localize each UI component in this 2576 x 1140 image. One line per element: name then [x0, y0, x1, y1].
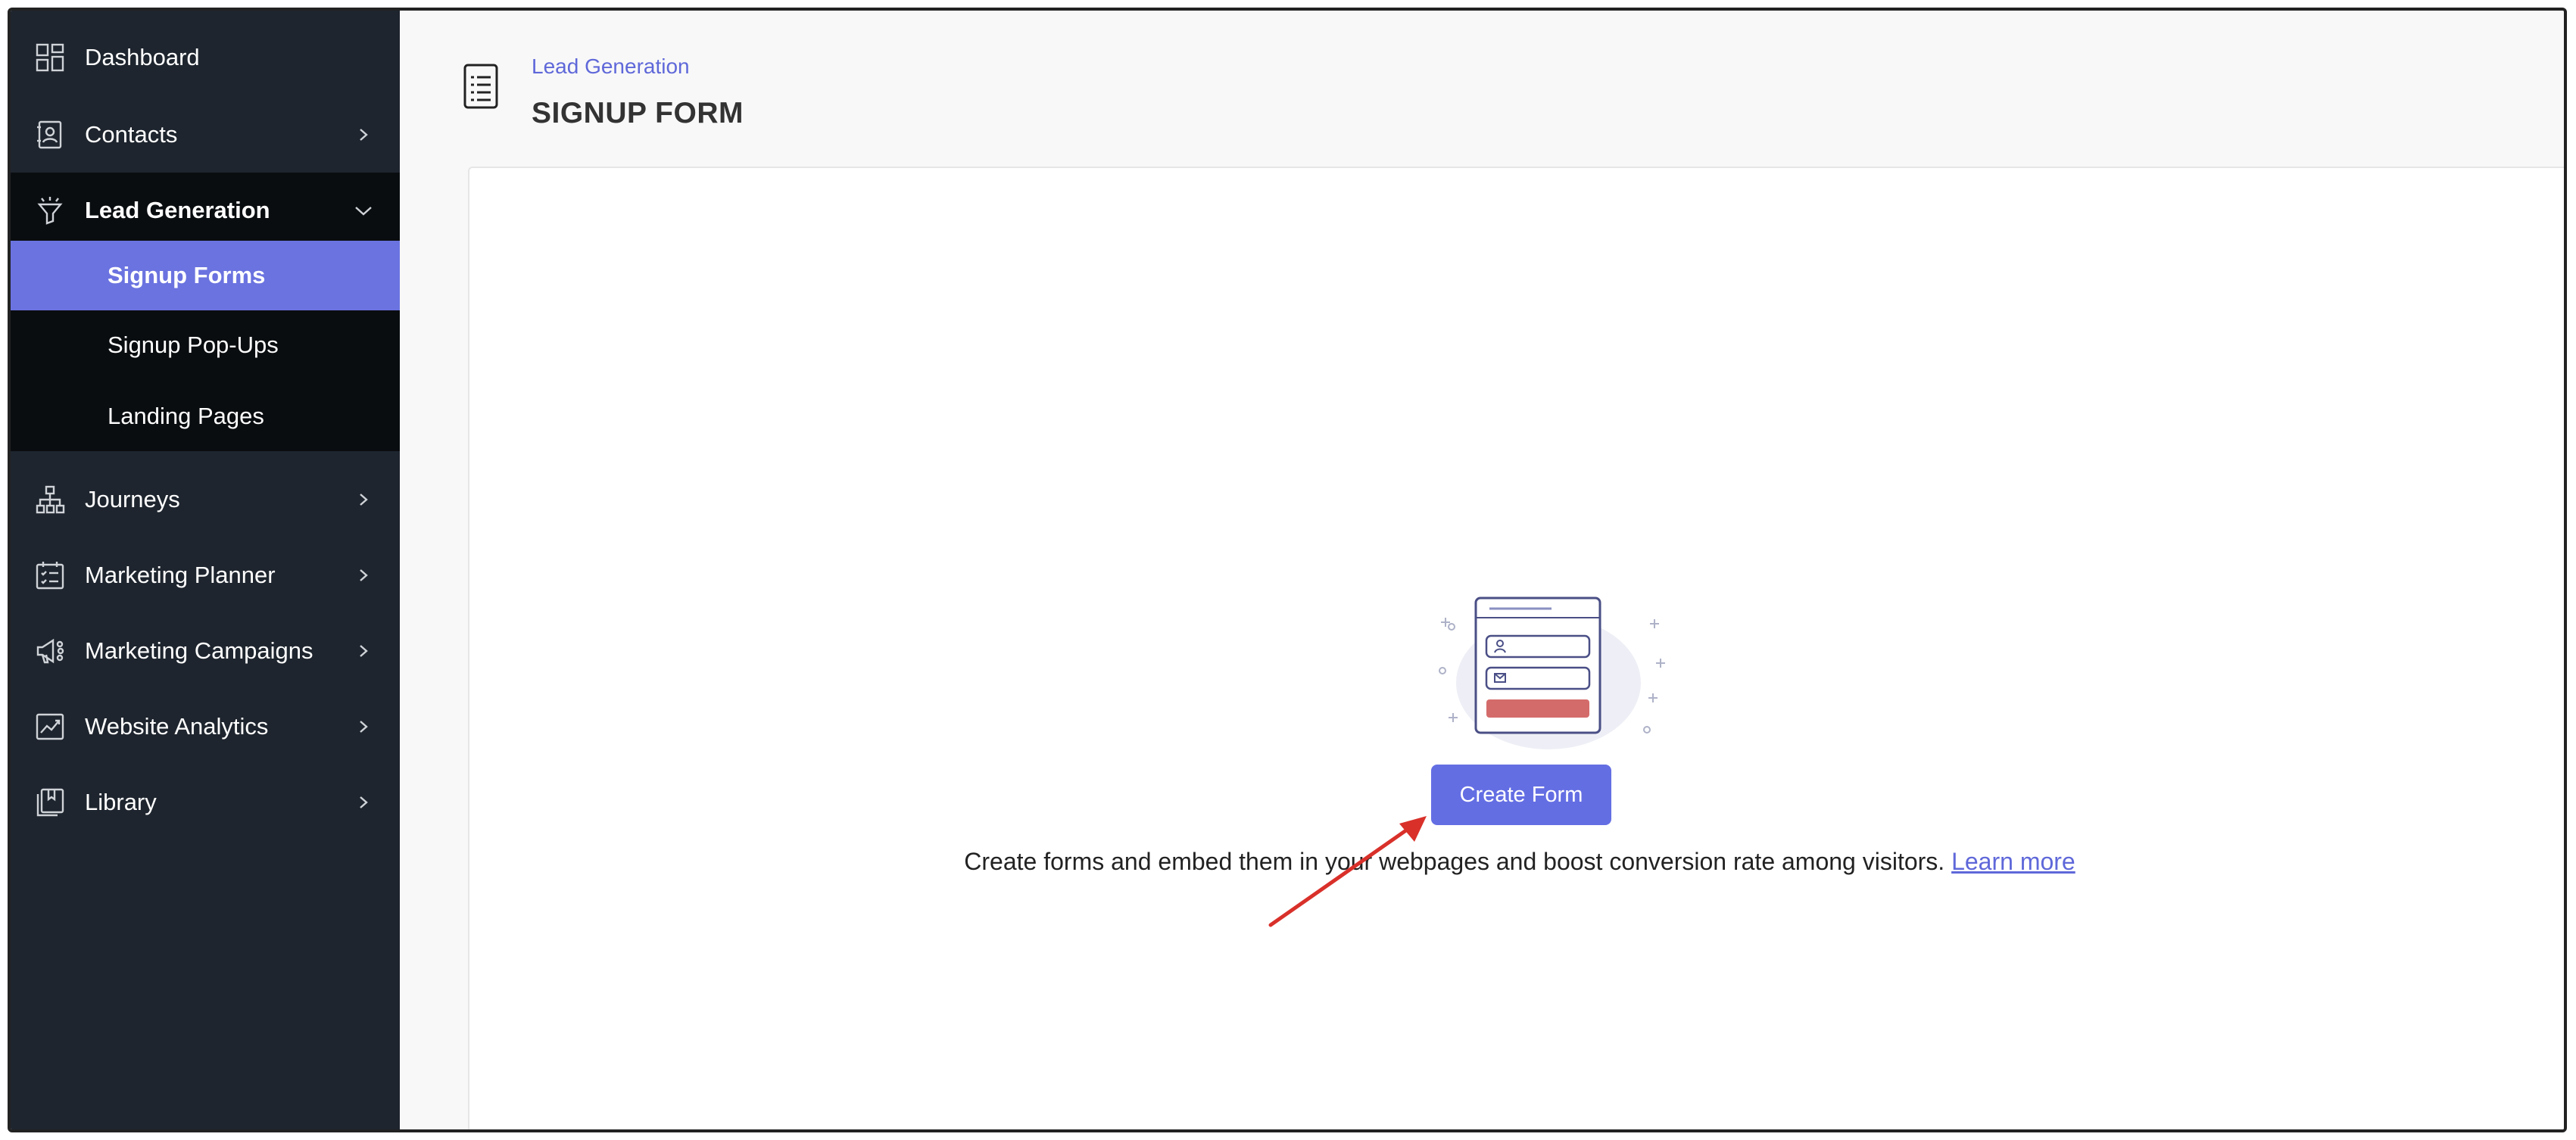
sidebar-subitem-signup-pop-ups[interactable]: Signup Pop-Ups	[11, 310, 400, 380]
megaphone-icon	[33, 634, 67, 668]
lead-generation-submenu: Signup Forms Signup Pop-Ups Landing Page…	[11, 241, 400, 451]
sidebar-item-label: Library	[85, 789, 157, 815]
sidebar: Dashboard Contacts Lead Generation Signu…	[11, 11, 400, 1129]
analytics-icon	[33, 710, 67, 743]
sidebar-subitem-label: Signup Forms	[108, 262, 266, 288]
sidebar-item-label: Marketing Campaigns	[85, 637, 313, 664]
contacts-icon	[33, 118, 67, 151]
chevron-right-icon	[353, 565, 374, 586]
annotation-arrow-icon	[1268, 816, 1427, 927]
chevron-right-icon	[353, 792, 374, 813]
sidebar-item-label: Lead Generation	[85, 197, 270, 223]
breadcrumb-lead-generation[interactable]: Lead Generation	[532, 55, 690, 79]
empty-state-description: Create forms and embed them in your webp…	[469, 848, 2564, 876]
sidebar-item-library[interactable]: Library	[11, 765, 400, 840]
sidebar-subitem-landing-pages[interactable]: Landing Pages	[11, 382, 400, 451]
main-content: Lead Generation SIGNUP FORM Create forms…	[400, 11, 2564, 1129]
page-title: SIGNUP FORM	[532, 97, 744, 129]
journeys-icon	[33, 483, 67, 516]
signup-form-illustration	[1439, 596, 1665, 749]
chevron-down-icon	[353, 200, 374, 221]
sidebar-item-label: Contacts	[85, 121, 178, 148]
chevron-right-icon	[353, 640, 374, 662]
sidebar-item-label: Journeys	[85, 486, 180, 512]
description-text: Create forms and embed them in your webp…	[964, 848, 1945, 875]
sidebar-item-label: Dashboard	[85, 44, 200, 70]
sidebar-item-lead-generation[interactable]: Lead Generation	[11, 173, 400, 248]
create-form-button[interactable]: Create Form	[1431, 765, 1611, 825]
chevron-right-icon	[353, 124, 374, 145]
sidebar-item-dashboard[interactable]: Dashboard	[11, 20, 400, 95]
chevron-right-icon	[353, 489, 374, 510]
learn-more-link[interactable]: Learn more	[1951, 848, 2075, 875]
sidebar-item-marketing-campaigns[interactable]: Marketing Campaigns	[11, 613, 400, 689]
sidebar-item-marketing-planner[interactable]: Marketing Planner	[11, 537, 400, 613]
chevron-right-icon	[353, 716, 374, 737]
sidebar-item-label: Marketing Planner	[85, 562, 276, 588]
sidebar-item-journeys[interactable]: Journeys	[11, 462, 400, 537]
sidebar-subitem-signup-forms[interactable]: Signup Forms	[11, 241, 400, 310]
empty-state-card: Signup Form Create forms and embed them …	[468, 167, 2564, 1129]
dashboard-icon	[33, 41, 67, 74]
sidebar-subitem-label: Landing Pages	[108, 403, 264, 429]
document-list-icon	[462, 62, 500, 111]
funnel-icon	[33, 194, 67, 227]
sidebar-subitem-label: Signup Pop-Ups	[108, 332, 279, 358]
sidebar-item-contacts[interactable]: Contacts	[11, 97, 400, 173]
library-icon	[33, 786, 67, 819]
sidebar-item-website-analytics[interactable]: Website Analytics	[11, 689, 400, 765]
sidebar-item-label: Website Analytics	[85, 713, 269, 740]
planner-icon	[33, 559, 67, 592]
app-window: Dashboard Contacts Lead Generation Signu…	[8, 8, 2567, 1132]
